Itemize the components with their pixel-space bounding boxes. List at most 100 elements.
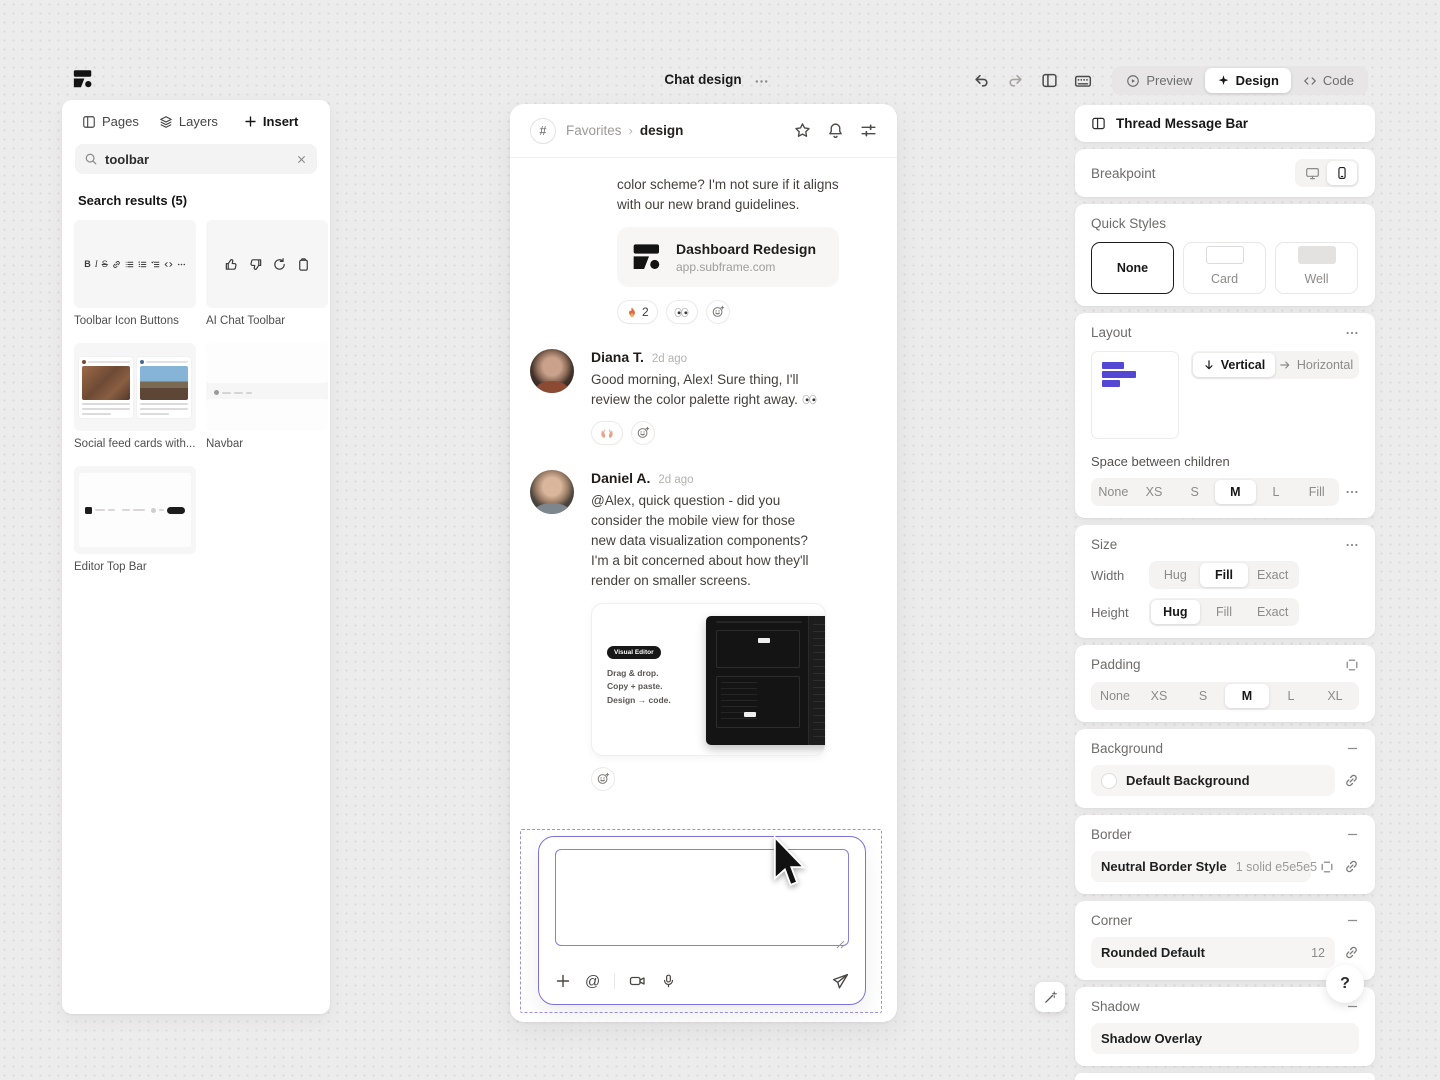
microphone-button[interactable] xyxy=(661,973,676,989)
subframe-logo[interactable] xyxy=(72,68,94,90)
width-exact[interactable]: Exact xyxy=(1248,563,1297,587)
padding-xl[interactable]: XL xyxy=(1313,684,1357,708)
tab-layers[interactable]: Layers xyxy=(159,114,218,129)
play-circle-icon xyxy=(1126,74,1140,88)
space-s[interactable]: S xyxy=(1174,480,1215,504)
shadow-value-row[interactable]: Shadow Overlay xyxy=(1091,1023,1359,1054)
notifications-bell-icon[interactable] xyxy=(827,122,844,139)
breakpoint-toggle xyxy=(1295,159,1359,187)
space-m[interactable]: M xyxy=(1215,480,1256,504)
message-author[interactable]: Daniel A. xyxy=(591,470,650,486)
link-url: app.subframe.com xyxy=(676,260,816,274)
component-panel-icon xyxy=(1091,116,1106,131)
quick-style-well[interactable]: Well xyxy=(1275,242,1358,294)
component-search[interactable] xyxy=(75,144,317,174)
height-exact[interactable]: Exact xyxy=(1248,600,1297,624)
corner-value-row[interactable]: Rounded Default 12 xyxy=(1091,937,1335,968)
redo-button[interactable] xyxy=(1002,68,1028,94)
shadow-value: Shadow Overlay xyxy=(1101,1031,1202,1046)
tab-design[interactable]: Design xyxy=(1205,68,1291,93)
space-none[interactable]: None xyxy=(1093,480,1134,504)
padding-none[interactable]: None xyxy=(1093,684,1137,708)
space-options-icon[interactable] xyxy=(1345,485,1359,499)
component-card-social-feed[interactable]: Social feed cards with... xyxy=(74,343,196,450)
breadcrumb-current[interactable]: design xyxy=(640,123,684,138)
breadcrumb-parent[interactable]: Favorites xyxy=(566,123,622,138)
height-hug[interactable]: Hug xyxy=(1151,600,1200,624)
arrow-right-icon xyxy=(1279,359,1291,371)
direction-vertical[interactable]: Vertical xyxy=(1193,353,1275,377)
toggle-sidebar-button[interactable] xyxy=(1036,68,1062,94)
padding-xs[interactable]: XS xyxy=(1137,684,1181,708)
title-ellipsis-icon[interactable] xyxy=(754,74,769,89)
keyboard-shortcuts-button[interactable] xyxy=(1070,68,1096,94)
reaction-eyes[interactable] xyxy=(666,300,698,324)
send-button[interactable] xyxy=(832,973,849,990)
collapse-background-icon[interactable] xyxy=(1346,742,1359,755)
padding-l[interactable]: L xyxy=(1269,684,1313,708)
corner-label: Corner xyxy=(1091,913,1132,928)
add-reaction-button[interactable] xyxy=(631,421,655,445)
component-card-toolbar-icon-buttons[interactable]: B I S Toolbar Icon Buttons xyxy=(74,220,196,327)
video-button[interactable] xyxy=(629,973,647,989)
add-reaction-button[interactable] xyxy=(706,300,730,324)
mention-button[interactable]: @ xyxy=(585,974,600,989)
border-value-row[interactable]: Neutral Border Style 1 solid e5e5e5 xyxy=(1091,851,1311,882)
size-options-icon[interactable] xyxy=(1345,538,1359,552)
border-token-link-icon[interactable] xyxy=(1344,859,1359,874)
quick-style-card[interactable]: Card xyxy=(1183,242,1266,294)
regenerate-icon xyxy=(272,257,287,272)
link-preview-card[interactable]: Dashboard Redesign app.subframe.com xyxy=(617,227,839,287)
add-reaction-button[interactable] xyxy=(591,767,615,791)
component-card-navbar[interactable]: Navbar xyxy=(206,343,328,450)
component-card-editor-top-bar[interactable]: Editor Top Bar xyxy=(74,466,196,573)
layout-options-icon[interactable] xyxy=(1345,326,1359,340)
image-attachment[interactable]: Visual Editor Drag & drop. Copy + paste.… xyxy=(591,603,826,756)
layout-label: Layout xyxy=(1091,325,1132,340)
clear-search-icon[interactable] xyxy=(295,153,308,166)
channel-settings-icon[interactable] xyxy=(860,122,877,139)
thread-message-bar[interactable]: @ xyxy=(538,836,866,1005)
reaction-raised-hands[interactable] xyxy=(591,421,623,445)
reaction-fire[interactable]: 2 xyxy=(617,300,658,324)
avatar-daniel[interactable] xyxy=(530,470,574,514)
message-author[interactable]: Diana T. xyxy=(591,349,644,365)
border-sides-icon[interactable] xyxy=(1320,860,1334,874)
tab-pages[interactable]: Pages xyxy=(82,114,139,129)
padding-sides-icon[interactable] xyxy=(1345,658,1359,672)
selected-component-title: Thread Message Bar xyxy=(1116,116,1248,131)
component-card-ai-chat-toolbar[interactable]: AI Chat Toolbar xyxy=(206,220,328,327)
page-title: Chat design xyxy=(664,72,741,87)
tab-preview[interactable]: Preview xyxy=(1114,68,1204,93)
space-l[interactable]: L xyxy=(1256,480,1297,504)
width-hug[interactable]: Hug xyxy=(1151,563,1200,587)
star-icon[interactable] xyxy=(794,122,811,139)
collapse-border-icon[interactable] xyxy=(1346,828,1359,841)
background-value-row[interactable]: Default Background xyxy=(1091,765,1335,796)
space-xs[interactable]: XS xyxy=(1134,480,1175,504)
breakpoint-desktop-button[interactable] xyxy=(1297,161,1327,185)
quick-style-none[interactable]: None xyxy=(1091,242,1174,294)
padding-m[interactable]: M xyxy=(1225,684,1269,708)
help-button[interactable]: ? xyxy=(1326,965,1364,1003)
resize-grip-icon[interactable] xyxy=(836,940,845,949)
padding-s[interactable]: S xyxy=(1181,684,1225,708)
well-style-swatch xyxy=(1298,246,1336,264)
undo-button[interactable] xyxy=(968,68,994,94)
search-input[interactable] xyxy=(105,152,288,167)
search-results-heading: Search results (5) xyxy=(78,193,314,208)
tab-code[interactable]: Code xyxy=(1291,68,1366,93)
space-fill[interactable]: Fill xyxy=(1296,480,1337,504)
format-toolbar-preview: B I S xyxy=(84,259,186,269)
attach-plus-button[interactable] xyxy=(555,973,571,989)
breakpoint-mobile-button[interactable] xyxy=(1327,161,1357,185)
collapse-corner-icon[interactable] xyxy=(1346,914,1359,927)
magic-wand-button[interactable] xyxy=(1035,982,1065,1012)
tab-insert[interactable]: Insert xyxy=(244,114,298,129)
height-fill[interactable]: Fill xyxy=(1200,600,1249,624)
avatar-diana[interactable] xyxy=(530,349,574,393)
direction-horizontal[interactable]: Horizontal xyxy=(1275,353,1357,377)
background-token-link-icon[interactable] xyxy=(1344,773,1359,788)
corner-token-link-icon[interactable] xyxy=(1344,945,1359,960)
width-fill[interactable]: Fill xyxy=(1200,563,1249,587)
